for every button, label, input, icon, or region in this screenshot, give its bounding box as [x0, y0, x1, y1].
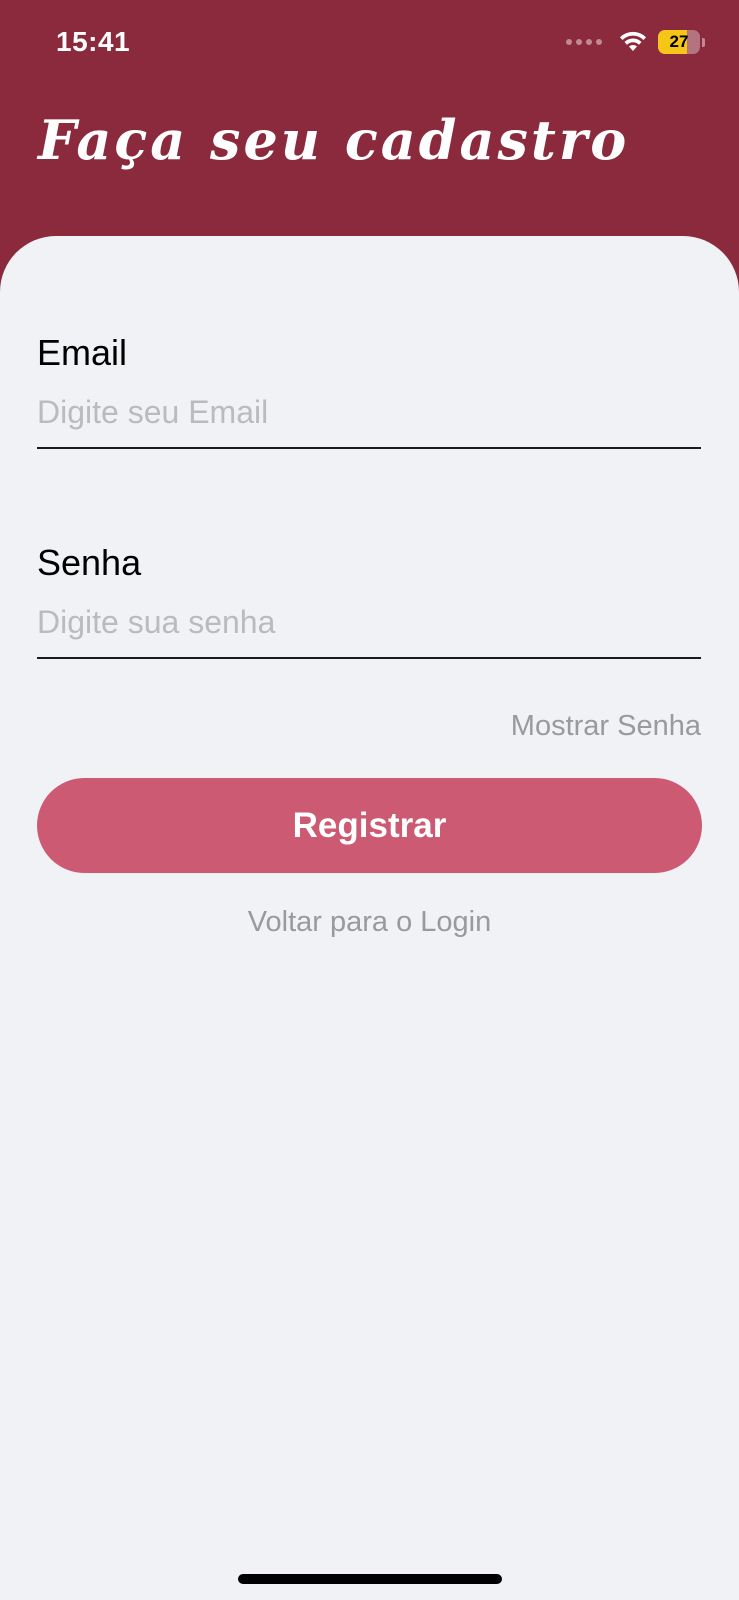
wifi-icon	[620, 31, 646, 51]
password-label: Senha	[37, 542, 142, 583]
back-to-login-link[interactable]: Voltar para o Login	[0, 906, 739, 939]
show-password-toggle[interactable]: Mostrar Senha	[511, 710, 701, 743]
password-field-group: Senha	[37, 542, 701, 659]
home-indicator[interactable]	[238, 1574, 502, 1584]
battery-icon: 27	[658, 30, 700, 54]
battery-level: 27	[669, 32, 689, 51]
email-input[interactable]	[37, 394, 701, 449]
form-card: Email Senha Mostrar Senha Registrar Volt…	[0, 236, 739, 1600]
password-input[interactable]	[37, 604, 701, 659]
page-title: Faça seu cadastro	[38, 108, 630, 172]
register-button[interactable]: Registrar	[37, 778, 702, 873]
status-bar: 15:41 27	[0, 0, 739, 90]
cellular-signal-icon	[566, 39, 602, 45]
email-label: Email	[37, 332, 128, 373]
status-time: 15:41	[56, 26, 131, 57]
battery-tip	[702, 37, 705, 47]
status-icons: 27	[566, 30, 705, 54]
email-field-group: Email	[37, 332, 701, 449]
